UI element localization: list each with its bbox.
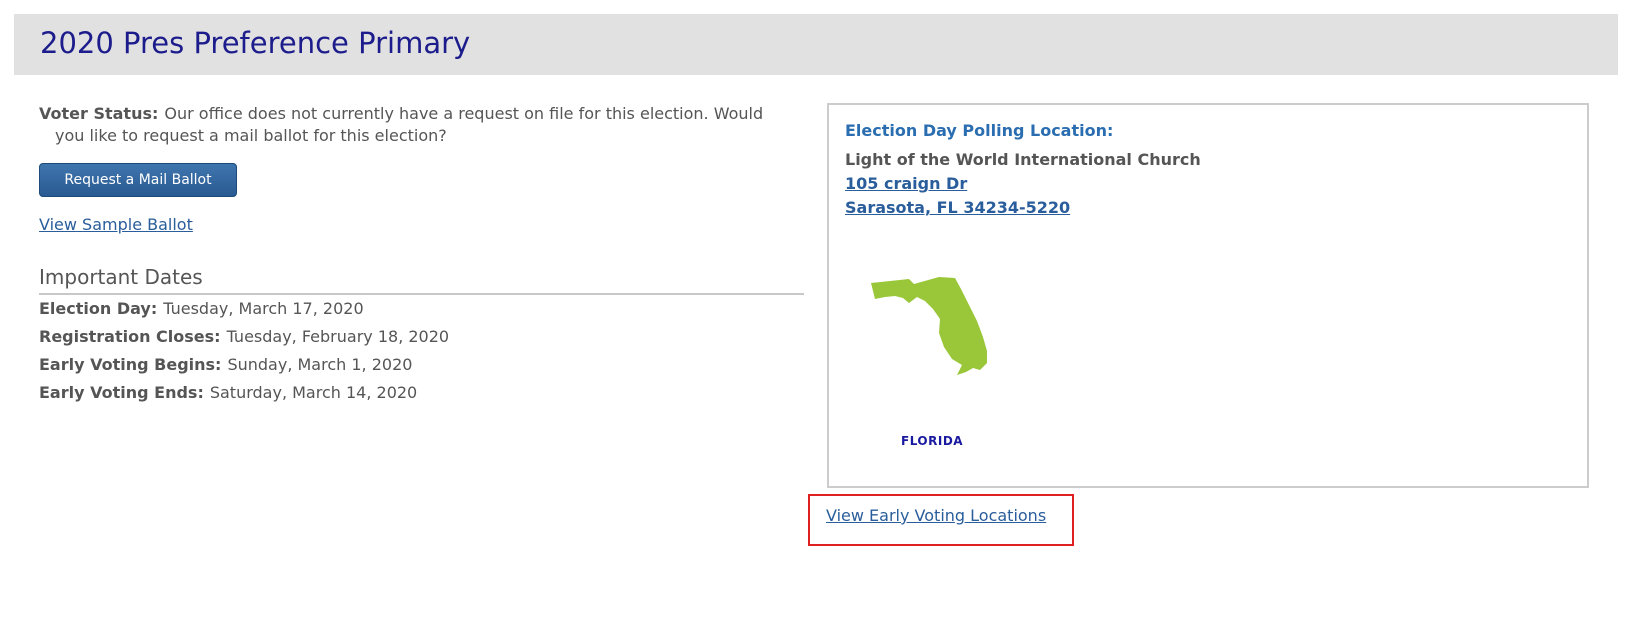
view-sample-ballot-link[interactable]: View Sample Ballot: [39, 215, 193, 234]
page-header: 2020 Pres Preference Primary: [14, 14, 1618, 75]
date-value: Tuesday, February 18, 2020: [226, 327, 450, 346]
date-value: Saturday, March 14, 2020: [209, 383, 418, 402]
page-title: 2020 Pres Preference Primary: [40, 26, 471, 60]
date-row-early-voting-ends: Early Voting Ends: Saturday, March 14, 20…: [39, 383, 417, 402]
date-value: Tuesday, March 17, 2020: [163, 299, 364, 318]
polling-location-name: Light of the World International Church: [845, 150, 1201, 169]
date-label: Election Day:: [39, 299, 158, 318]
voter-status-text: Our office does not currently have a req…: [55, 104, 764, 145]
voter-info-column: Voter Status: Our office does not current…: [39, 103, 804, 402]
date-label: Registration Closes:: [39, 327, 221, 346]
section-divider: [39, 293, 804, 295]
view-early-voting-locations-link[interactable]: View Early Voting Locations: [826, 506, 1046, 525]
voter-status: Voter Status: Our office does not current…: [39, 103, 785, 147]
date-row-registration-closes: Registration Closes: Tuesday, February 18…: [39, 327, 449, 346]
date-row-early-voting-begins: Early Voting Begins: Sunday, March 1, 202…: [39, 355, 412, 374]
date-value: Sunday, March 1, 2020: [227, 355, 413, 374]
voter-status-label: Voter Status:: [39, 104, 159, 123]
important-dates-heading: Important Dates: [39, 265, 203, 289]
request-mail-ballot-button[interactable]: Request a Mail Ballot: [39, 163, 237, 197]
florida-map-label: FLORIDA: [901, 434, 964, 448]
polling-location-panel: Election Day Polling Location: Light of …: [827, 103, 1589, 488]
polling-location-title: Election Day Polling Location:: [845, 121, 1114, 140]
florida-map-shape: [871, 277, 987, 375]
polling-address-city-link[interactable]: Sarasota, FL 34234-5220: [845, 198, 1070, 217]
polling-address-street-link[interactable]: 105 craign Dr: [845, 174, 967, 193]
date-row-election-day: Election Day: Tuesday, March 17, 2020: [39, 299, 364, 318]
date-label: Early Voting Begins:: [39, 355, 222, 374]
date-label: Early Voting Ends:: [39, 383, 204, 402]
florida-map-icon: [869, 275, 999, 385]
